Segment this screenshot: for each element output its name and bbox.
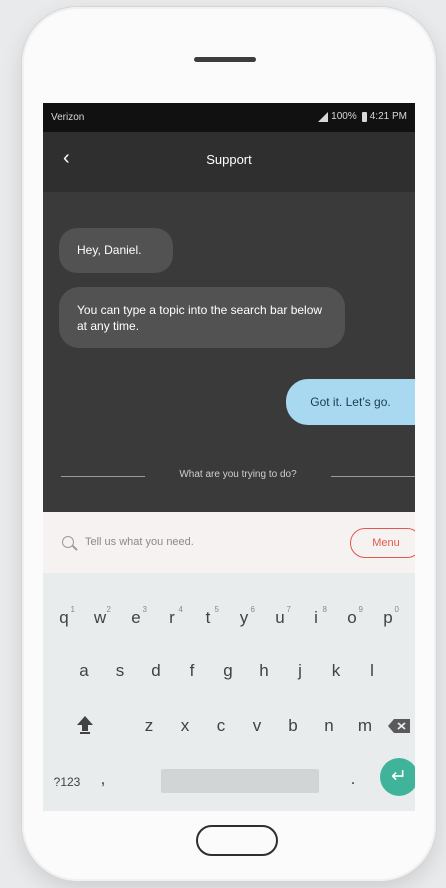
bot-message: You can type a topic into the search bar… [59, 287, 345, 348]
key-s[interactable]: s [105, 661, 135, 681]
key-y[interactable]: y6 [229, 605, 259, 628]
phone-frame: Verizon 100% 4:21 PM ‹ Support Hey, Dani… [22, 7, 436, 881]
app-header: ‹ Support [43, 132, 415, 192]
key-hint: 2 [106, 605, 111, 614]
key-q[interactable]: q1 [49, 605, 79, 628]
key-hint: 8 [322, 605, 327, 614]
key-f[interactable]: f [177, 661, 207, 681]
screen: Verizon 100% 4:21 PM ‹ Support Hey, Dani… [43, 103, 415, 811]
status-bar: Verizon 100% 4:21 PM [43, 103, 415, 132]
page-title: Support [206, 152, 252, 167]
space-key[interactable] [161, 769, 319, 793]
key-b[interactable]: b [278, 716, 308, 736]
enter-arrow-icon: ↵ [391, 766, 407, 787]
speaker-grille [194, 57, 256, 62]
divider-line [331, 476, 415, 477]
key-x[interactable]: x [170, 716, 200, 736]
chat-thread: Hey, Daniel. You can type a topic into t… [43, 192, 415, 510]
home-button[interactable] [196, 825, 278, 856]
key-e[interactable]: e3 [121, 605, 151, 628]
search-bar: Menu [43, 512, 415, 573]
key-label: i [314, 608, 318, 627]
bot-message: Hey, Daniel. [59, 228, 173, 273]
key-label: y [239, 608, 249, 627]
key-hint: 4 [178, 605, 183, 614]
key-d[interactable]: d [141, 661, 171, 681]
key-hint: 7 [286, 605, 291, 614]
menu-button[interactable]: Menu [350, 528, 415, 558]
key-label: e [131, 608, 141, 627]
key-h[interactable]: h [249, 661, 279, 681]
key-m[interactable]: m [350, 716, 380, 736]
key-g[interactable]: g [213, 661, 243, 681]
key-o[interactable]: o9 [337, 605, 367, 628]
key-r[interactable]: r4 [157, 605, 187, 628]
key-l[interactable]: l [357, 661, 387, 681]
key-hint: 3 [142, 605, 147, 614]
section-divider: What are you trying to do? [61, 469, 415, 483]
key-label: t [205, 608, 211, 627]
key-label: o [347, 608, 357, 627]
key-period[interactable]: . [343, 769, 363, 789]
signal-icon [318, 111, 329, 122]
key-a[interactable]: a [69, 661, 99, 681]
key-hint: 9 [358, 605, 363, 614]
symbols-key[interactable]: ?123 [49, 772, 85, 792]
key-label: r [169, 608, 175, 627]
battery-percentage: 100% [331, 111, 357, 122]
key-hint: 5 [214, 605, 219, 614]
carrier-name: Verizon [51, 112, 85, 123]
on-screen-keyboard: q1 w2 e3 r4 t5 y6 u7 i8 o9 p0 a s d f g … [43, 573, 415, 811]
key-j[interactable]: j [285, 661, 315, 681]
divider-line [61, 476, 145, 477]
key-z[interactable]: z [134, 716, 164, 736]
battery-icon [361, 111, 367, 122]
backspace-icon[interactable] [387, 718, 411, 734]
user-message: Got it. Let’s go. [286, 379, 415, 425]
key-k[interactable]: k [321, 661, 351, 681]
key-label: p [383, 608, 393, 627]
key-comma[interactable]: , [93, 769, 113, 789]
key-label: q [59, 608, 69, 627]
key-hint: 6 [250, 605, 255, 614]
key-c[interactable]: c [206, 716, 236, 736]
key-hint: 1 [70, 605, 75, 614]
search-icon [62, 536, 74, 548]
shift-icon[interactable] [76, 715, 94, 735]
key-v[interactable]: v [242, 716, 272, 736]
enter-key[interactable]: ↵ [380, 758, 415, 796]
key-label: w [93, 608, 107, 627]
search-input[interactable] [85, 532, 315, 552]
key-p[interactable]: p0 [373, 605, 403, 628]
clock: 4:21 PM [369, 111, 407, 122]
status-indicators: 100% 4:21 PM [318, 111, 407, 122]
key-label: u [275, 608, 285, 627]
key-w[interactable]: w2 [85, 605, 115, 628]
key-i[interactable]: i8 [301, 605, 331, 628]
key-n[interactable]: n [314, 716, 344, 736]
key-u[interactable]: u7 [265, 605, 295, 628]
key-hint: 0 [394, 605, 399, 614]
key-t[interactable]: t5 [193, 605, 223, 628]
divider-label: What are you trying to do? [179, 469, 297, 480]
